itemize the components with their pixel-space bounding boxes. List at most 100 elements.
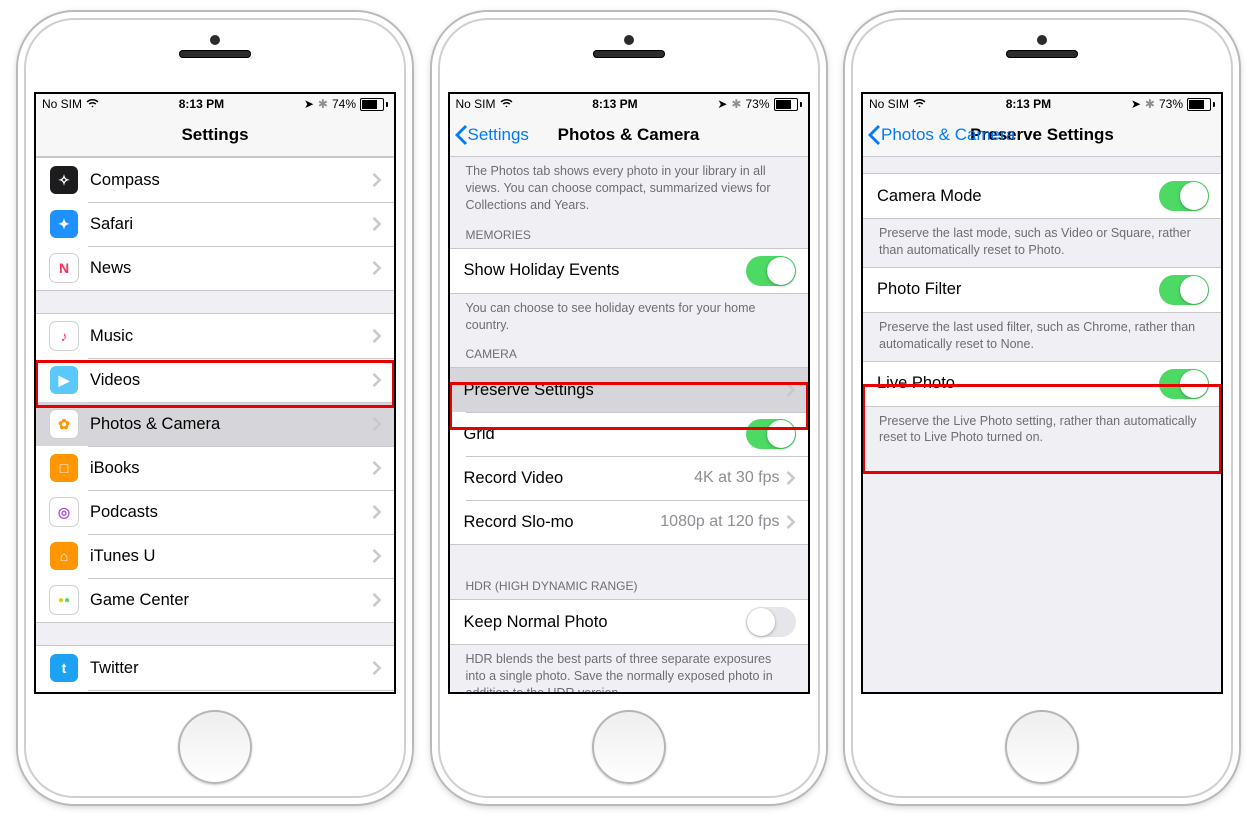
home-button[interactable] [592, 710, 666, 784]
carrier-label: No SIM [456, 97, 496, 111]
back-label: Photos & Camera [881, 125, 1015, 145]
battery-percent: 74% [332, 97, 356, 111]
switch-grid[interactable] [746, 419, 796, 449]
chevron-right-icon [372, 417, 382, 431]
row-label: Record Video [464, 469, 695, 488]
row-label: Twitter [90, 659, 372, 678]
row-label: Camera Mode [877, 187, 1159, 206]
settings-row-facebook[interactable]: fFacebook [36, 690, 394, 692]
row-label: Photo Filter [877, 280, 1159, 299]
row-record-video[interactable]: Record Video4K at 30 fps [450, 456, 808, 500]
settings-row-ibooks[interactable]: □ iBooks [36, 446, 394, 490]
settings-row-photos-camera[interactable]: ✿ Photos & Camera [36, 402, 394, 446]
settings-row-game-center[interactable]: ●● Game Center [36, 578, 394, 622]
settings-list[interactable]: ✧Compass✦SafariNNews ♪Music▶Videos ✿ Photo… [36, 157, 394, 692]
speaker-grille [593, 50, 665, 58]
camera-dot [210, 35, 220, 45]
row-record-slo-mo[interactable]: Record Slo-mo1080p at 120 fps [450, 500, 808, 544]
row-label: Photos & Camera [90, 415, 372, 434]
row-label: Game Center [90, 591, 372, 610]
settings-row-twitter[interactable]: tTwitter [36, 646, 394, 690]
row-footer: Preserve the last mode, such as Video or… [863, 219, 1221, 267]
chevron-right-icon [786, 515, 796, 529]
switch-camera-mode[interactable] [1159, 181, 1209, 211]
status-bar: No SIM 8:13 PM ➤ ✱ 73% [450, 94, 808, 114]
switch-keep-normal[interactable] [746, 607, 796, 637]
bluetooth-icon: ✱ [1145, 97, 1155, 111]
location-icon: ➤ [304, 97, 314, 111]
screen-settings: No SIM 8:13 PM ➤ ✱ 74% Settings ✧Compass… [34, 92, 396, 694]
camera-header: CAMERA [450, 341, 808, 367]
app-icon: ◎ [50, 498, 78, 526]
hdr-header: HDR (HIGH DYNAMIC RANGE) [450, 573, 808, 599]
row-live-photo[interactable]: Live Photo [863, 362, 1221, 406]
app-icon: ●● [50, 586, 78, 614]
row-keep-normal-photo[interactable]: Keep Normal Photo [450, 600, 808, 644]
home-button[interactable] [1005, 710, 1079, 784]
row-label: Live Photo [877, 374, 1159, 393]
row-camera-mode[interactable]: Camera Mode [863, 174, 1221, 218]
row-label: Preserve Settings [464, 381, 786, 400]
speaker-grille [179, 50, 251, 58]
chevron-right-icon [372, 373, 382, 387]
app-icon: ✿ [50, 410, 78, 438]
row-grid[interactable]: Grid [450, 412, 808, 456]
row-label: News [90, 259, 372, 278]
carrier-label: No SIM [869, 97, 909, 111]
bluetooth-icon: ✱ [731, 97, 741, 111]
back-button[interactable]: Settings [454, 125, 529, 145]
settings-row-videos[interactable]: ▶Videos [36, 358, 394, 402]
battery-icon [774, 98, 802, 111]
battery-percent: 73% [1159, 97, 1183, 111]
battery-icon [360, 98, 388, 111]
phone-middle: No SIM 8:13 PM ➤ ✱ 73% Settings Photos &… [432, 12, 826, 804]
photos-camera-list[interactable]: The Photos tab shows every photo in your… [450, 157, 808, 692]
switch-show-holiday[interactable] [746, 256, 796, 286]
home-button[interactable] [178, 710, 252, 784]
row-footer: Preserve the Live Photo setting, rather … [863, 407, 1221, 455]
row-label: Show Holiday Events [464, 261, 746, 280]
settings-row-safari[interactable]: ✦Safari [36, 202, 394, 246]
row-label: iBooks [90, 459, 372, 478]
switch-live-photo[interactable] [1159, 369, 1209, 399]
clock: 8:13 PM [179, 97, 224, 111]
row-label: Keep Normal Photo [464, 613, 746, 632]
status-bar: No SIM 8:13 PM ➤ ✱ 73% [863, 94, 1221, 114]
row-show-holiday-events[interactable]: Show Holiday Events [450, 249, 808, 293]
wifi-icon [500, 97, 513, 111]
page-title: Settings [181, 125, 248, 145]
location-icon: ➤ [717, 97, 727, 111]
chevron-right-icon [786, 383, 796, 397]
settings-row-podcasts[interactable]: ◎Podcasts [36, 490, 394, 534]
chevron-right-icon [372, 661, 382, 675]
switch-photo-filter[interactable] [1159, 275, 1209, 305]
row-photo-filter[interactable]: Photo Filter [863, 268, 1221, 312]
phone-right: No SIM 8:13 PM ➤ ✱ 73% Photos & Camera P… [845, 12, 1239, 804]
chevron-right-icon [372, 329, 382, 343]
chevron-right-icon [372, 549, 382, 563]
back-button[interactable]: Photos & Camera [867, 125, 1015, 145]
settings-row-itunes-u[interactable]: ⌂iTunes U [36, 534, 394, 578]
app-icon: □ [50, 454, 78, 482]
nav-bar: Settings [36, 114, 394, 157]
preserve-settings-list[interactable]: Camera Mode Preserve the last mode, such … [863, 157, 1221, 692]
settings-row-news[interactable]: NNews [36, 246, 394, 290]
photos-tab-footer: The Photos tab shows every photo in your… [450, 157, 808, 222]
screen-preserve-settings: No SIM 8:13 PM ➤ ✱ 73% Photos & Camera P… [861, 92, 1223, 694]
row-label: Safari [90, 215, 372, 234]
row-preserve-settings[interactable]: Preserve Settings [450, 368, 808, 412]
app-icon: ⌂ [50, 542, 78, 570]
phone-left: No SIM 8:13 PM ➤ ✱ 74% Settings ✧Compass… [18, 12, 412, 804]
memories-footer: You can choose to see holiday events for… [450, 294, 808, 342]
bluetooth-icon: ✱ [318, 97, 328, 111]
settings-row-compass[interactable]: ✧Compass [36, 158, 394, 202]
chevron-right-icon [372, 217, 382, 231]
memories-header: MEMORIES [450, 222, 808, 248]
wifi-icon [913, 97, 926, 111]
row-label: Record Slo-mo [464, 513, 661, 532]
back-label: Settings [468, 125, 529, 145]
page-title: Photos & Camera [558, 125, 700, 145]
chevron-right-icon [786, 471, 796, 485]
row-label: Grid [464, 425, 746, 444]
settings-row-music[interactable]: ♪Music [36, 314, 394, 358]
